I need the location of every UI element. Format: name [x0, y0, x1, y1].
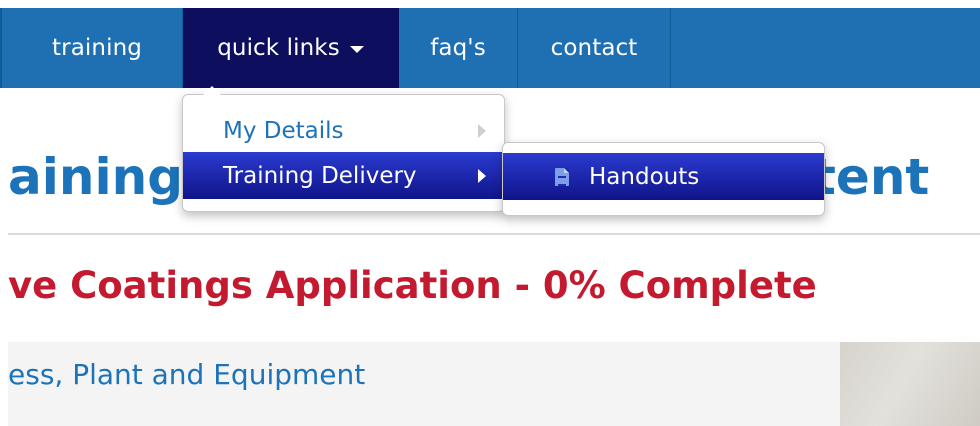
submenu-item-handouts-label: Handouts	[589, 163, 700, 190]
dropdown-pointer	[203, 86, 221, 95]
quick-links-dropdown: My Details Training Delivery	[182, 86, 505, 212]
nav-contact[interactable]: contact	[518, 8, 671, 88]
training-delivery-submenu: Handouts	[502, 142, 825, 216]
page-title: aining	[8, 148, 183, 206]
divider	[8, 233, 980, 235]
nav-quick-links-label: quick links	[217, 35, 340, 61]
menu-item-training-delivery[interactable]: Training Delivery	[183, 152, 504, 199]
top-navigation-bar: training quick links faq's contact	[0, 8, 980, 88]
caret-down-icon	[349, 45, 364, 53]
page-title-tail: tent	[812, 148, 930, 206]
menu-item-training-delivery-label: Training Delivery	[223, 162, 417, 189]
nav-contact-label: contact	[550, 35, 638, 61]
chevron-right-icon	[478, 168, 486, 183]
nav-faqs-label: faq's	[430, 35, 486, 61]
module-link[interactable]: ess, Plant and Equipment	[8, 358, 365, 391]
chevron-right-icon	[478, 123, 486, 138]
side-image	[840, 342, 980, 426]
nav-training[interactable]: training	[0, 8, 183, 88]
document-icon	[555, 167, 569, 186]
nav-faqs[interactable]: faq's	[399, 8, 518, 88]
module-panel: ess, Plant and Equipment	[8, 342, 840, 426]
nav-quick-links[interactable]: quick links	[183, 8, 399, 88]
menu-item-my-details-label: My Details	[223, 117, 344, 144]
menu-item-my-details[interactable]: My Details	[183, 107, 504, 154]
submenu-item-handouts[interactable]: Handouts	[503, 153, 824, 200]
course-heading: ve Coatings Application - 0% Complete	[8, 264, 817, 307]
nav-training-label: training	[52, 35, 142, 61]
main-nav: training quick links faq's contact	[0, 8, 671, 88]
